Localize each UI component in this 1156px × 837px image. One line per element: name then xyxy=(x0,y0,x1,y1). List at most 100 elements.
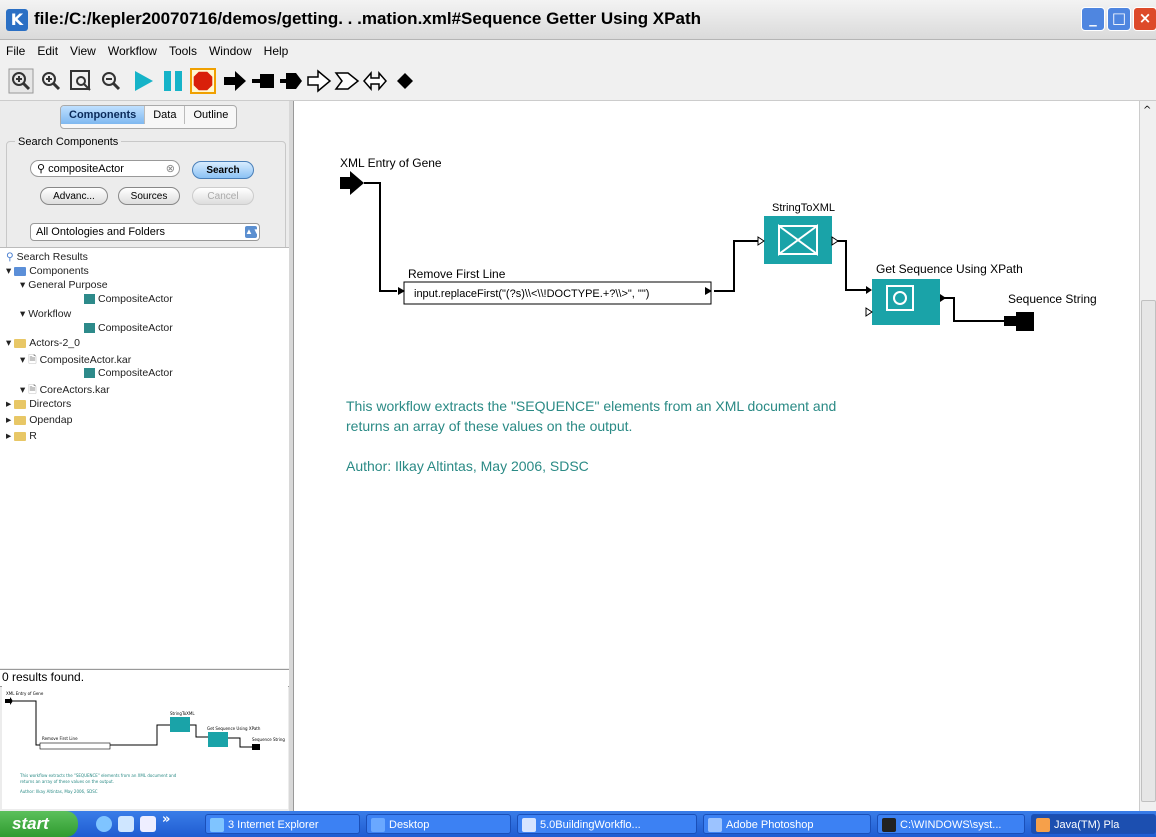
search-results-icon: ⚲ xyxy=(6,251,14,263)
menu-edit[interactable]: Edit xyxy=(31,40,64,58)
task-building-workflows[interactable]: 5.0BuildingWorkflo... xyxy=(517,814,697,834)
tree-item-workflow[interactable]: ▾ Workflow xyxy=(20,308,71,320)
tab-components[interactable]: Components xyxy=(61,106,146,124)
zoom-fit-icon[interactable] xyxy=(68,68,94,94)
fat-arrow-icon[interactable] xyxy=(278,68,304,94)
tree-item-search-results[interactable]: ⚲ Search Results xyxy=(6,251,88,263)
component-search-input[interactable]: ⚲ compositeActor ⊗ xyxy=(30,160,180,177)
start-button[interactable]: start xyxy=(0,811,78,837)
menu-window[interactable]: Window xyxy=(203,40,258,58)
tree-item-general-purpose[interactable]: ▾ General Purpose xyxy=(20,279,108,291)
desktop-icon xyxy=(371,818,385,832)
menu-help[interactable]: Help xyxy=(258,40,295,58)
input-port-icon[interactable] xyxy=(340,171,364,195)
diamond-icon[interactable] xyxy=(392,68,418,94)
folder-icon xyxy=(14,431,27,441)
folder-icon xyxy=(14,399,27,409)
task-java[interactable]: Java(TM) Pla xyxy=(1031,814,1156,834)
task-command-prompt[interactable]: C:\WINDOWS\syst... xyxy=(877,814,1025,834)
cancel-button: Cancel xyxy=(192,187,254,205)
overview-stringtoxml-label: StringToXML xyxy=(170,711,195,716)
toolbar xyxy=(0,62,1156,101)
ontology-select[interactable]: All Ontologies and Folders ▲▼ xyxy=(30,223,261,241)
library-icon xyxy=(14,266,27,276)
overview-output-label: Sequence String xyxy=(252,737,285,742)
windows-taskbar: start » 3 Internet Explorer Desktop 5.0B… xyxy=(0,811,1156,837)
overview-note-2: returns an array of these values on the … xyxy=(20,779,114,784)
wire-output xyxy=(939,297,1004,322)
task-internet-explorer[interactable]: 3 Internet Explorer xyxy=(205,814,360,834)
tree-item-directors[interactable]: ▸ Directors xyxy=(6,398,71,410)
ie-icon xyxy=(210,818,224,832)
output-port-label: Sequence String xyxy=(1008,292,1097,306)
menu-bar: File Edit View Workflow Tools Window Help xyxy=(0,40,1156,62)
get-sequence-label: Get Sequence Using XPath xyxy=(876,262,1023,276)
minimize-button[interactable]: _ xyxy=(1081,7,1105,31)
actor-icon xyxy=(84,323,95,334)
maximize-button[interactable]: □ xyxy=(1107,7,1131,31)
workflow-note-line-1: This workflow extracts the "SEQUENCE" el… xyxy=(346,398,836,414)
run-icon[interactable] xyxy=(130,68,156,94)
kar-file-icon: 🗎 xyxy=(28,384,37,396)
wire-input xyxy=(364,182,397,292)
chevron-right-icon[interactable]: » xyxy=(162,812,170,827)
photoshop-icon xyxy=(708,818,722,832)
workflow-canvas[interactable]: XML Entry of Gene Remove First Line inpu… xyxy=(293,101,1140,811)
task-desktop[interactable]: Desktop xyxy=(366,814,511,834)
stop-icon[interactable] xyxy=(190,68,216,94)
workflow-overview[interactable]: XML Entry of Gene Remove First Line Stri… xyxy=(2,685,288,809)
flag-icon[interactable] xyxy=(250,68,276,94)
hollow-double-arrow-icon[interactable] xyxy=(362,68,388,94)
search-group-label: Search Components xyxy=(15,136,122,148)
clear-search-icon[interactable]: ⊗ xyxy=(166,162,175,175)
expression-text: input.replaceFirst("(?s)\\<\\!DOCTYPE.+?… xyxy=(414,288,649,300)
actor-icon xyxy=(84,294,95,305)
tree-item-compositeactor[interactable]: CompositeActor xyxy=(84,293,173,305)
tree-item-components[interactable]: ▾ Components xyxy=(6,265,89,277)
zoom-reset-icon[interactable] xyxy=(38,68,64,94)
tab-data[interactable]: Data xyxy=(145,106,186,124)
browser-icon[interactable] xyxy=(118,816,134,832)
zoom-in-icon[interactable] xyxy=(8,68,34,94)
menu-file[interactable]: File xyxy=(0,40,31,58)
input-port-label: XML Entry of Gene xyxy=(340,156,442,170)
media-icon[interactable] xyxy=(140,816,156,832)
menu-tools[interactable]: Tools xyxy=(163,40,203,58)
tab-outline[interactable]: Outline xyxy=(185,106,236,124)
advanced-button[interactable]: Advanc... xyxy=(40,187,108,205)
tree-item-actors[interactable]: ▾ Actors-2_0 xyxy=(6,337,80,349)
close-button[interactable]: × xyxy=(1133,7,1156,31)
search-icon: ⚲ xyxy=(37,163,46,175)
java-icon xyxy=(1036,818,1050,832)
menu-workflow[interactable]: Workflow xyxy=(102,40,163,58)
sources-button[interactable]: Sources xyxy=(118,187,180,205)
tree-item-compositeactor[interactable]: CompositeActor xyxy=(84,322,173,334)
console-icon xyxy=(882,818,896,832)
arrow-icon[interactable] xyxy=(222,68,248,94)
ie-icon[interactable] xyxy=(96,816,112,832)
hollow-chevron-icon[interactable] xyxy=(334,68,360,94)
quick-launch: » xyxy=(90,812,190,833)
tree-item-compositeactor[interactable]: CompositeActor xyxy=(84,367,173,379)
title-bar: K file:/C:/kepler20070716/demos/getting.… xyxy=(0,0,1156,40)
hollow-arrow-icon[interactable] xyxy=(306,68,332,94)
kepler-app-icon: K xyxy=(6,9,28,31)
chevron-down-icon: ▲▼ xyxy=(245,226,261,238)
pause-icon[interactable] xyxy=(160,68,186,94)
scroll-up-icon[interactable]: ^ xyxy=(1143,105,1151,116)
overview-note-1: This workflow extracts the "SEQUENCE" el… xyxy=(19,773,177,778)
ontology-select-value: All Ontologies and Folders xyxy=(36,226,166,238)
wire-to-xpath xyxy=(834,240,870,291)
output-port-icon[interactable] xyxy=(1004,312,1034,331)
actor-icon xyxy=(84,368,95,379)
zoom-out-icon[interactable] xyxy=(98,68,124,94)
overview-getsequence-label: Get Sequence Using XPath xyxy=(207,726,261,731)
task-photoshop[interactable]: Adobe Photoshop xyxy=(703,814,871,834)
search-button[interactable]: Search xyxy=(192,161,254,179)
folder-icon xyxy=(14,338,27,348)
menu-view[interactable]: View xyxy=(64,40,102,58)
scrollbar-thumb[interactable] xyxy=(1141,300,1156,802)
tree-item-r[interactable]: ▸ R xyxy=(6,430,37,442)
stringtoxml-label: StringToXML xyxy=(772,202,835,214)
tree-item-opendap[interactable]: ▸ Opendap xyxy=(6,414,72,426)
